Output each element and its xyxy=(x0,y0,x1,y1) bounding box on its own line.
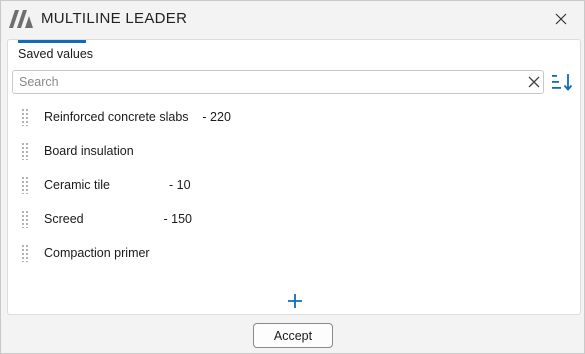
list-item[interactable]: Compaction primer xyxy=(8,236,580,270)
close-icon xyxy=(555,13,567,25)
plus-icon[interactable] xyxy=(286,292,304,310)
search-box xyxy=(12,70,544,94)
drag-handle-icon[interactable] xyxy=(21,108,29,126)
search-input[interactable] xyxy=(19,73,519,91)
app-logo-icon xyxy=(9,10,33,28)
title-bar: MULTILINE LEADER xyxy=(1,1,584,37)
tab-saved-values[interactable]: Saved values xyxy=(18,40,101,64)
list-item-label: Board insulation xyxy=(44,144,134,158)
clear-search-icon[interactable] xyxy=(527,75,541,89)
list-item[interactable]: Screed - 150 xyxy=(8,202,580,236)
window-title: MULTILINE LEADER xyxy=(41,10,188,27)
drag-handle-icon[interactable] xyxy=(21,210,29,228)
list-item-label: Ceramic tile - 10 xyxy=(44,178,191,192)
accept-button[interactable]: Accept xyxy=(253,323,333,348)
drag-handle-icon[interactable] xyxy=(21,244,29,262)
list-item[interactable]: Reinforced concrete slabs - 220 xyxy=(8,100,580,134)
list-item-label: Screed - 150 xyxy=(44,212,192,226)
list-item[interactable]: Ceramic tile - 10 xyxy=(8,168,580,202)
saved-values-panel: Saved values Search Reinforced concrete … xyxy=(7,39,581,315)
close-button[interactable] xyxy=(551,9,571,29)
list-item-label: Reinforced concrete slabs - 220 xyxy=(44,110,231,124)
list-item-label: Compaction primer xyxy=(44,246,150,260)
list-item[interactable]: Board insulation xyxy=(8,134,580,168)
drag-handle-icon[interactable] xyxy=(21,176,29,194)
sort-icon[interactable] xyxy=(551,72,573,92)
drag-handle-icon[interactable] xyxy=(21,142,29,160)
dialog-window: MULTILINE LEADER Saved values Search Rei… xyxy=(0,0,585,354)
